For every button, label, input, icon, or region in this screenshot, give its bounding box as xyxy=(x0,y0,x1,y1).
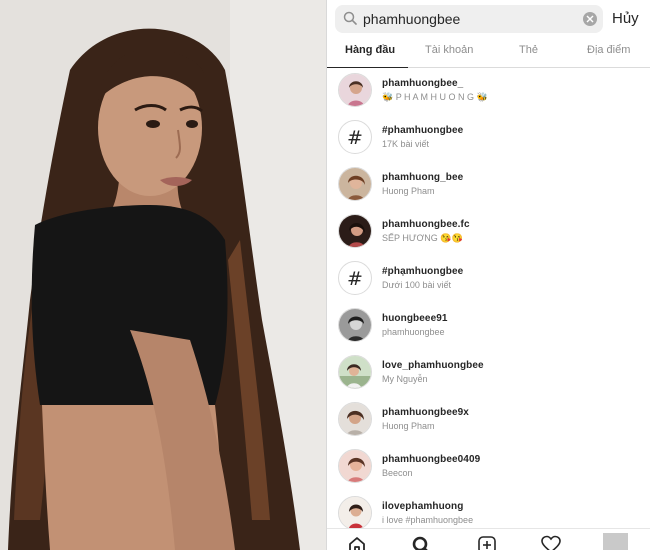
result-row[interactable]: phamhuongbee_ 🐝 P H A M H U O N G 🐝 xyxy=(327,68,650,115)
heart-icon[interactable] xyxy=(541,535,561,550)
cancel-button[interactable]: Hủy xyxy=(612,10,639,27)
tab-tags[interactable]: Thẻ xyxy=(519,44,538,56)
result-row[interactable]: love_phamhuongbee My Nguyễn xyxy=(327,350,650,397)
result-subtitle: 17K bài viết xyxy=(382,139,430,149)
result-name: love_phamhuongbee xyxy=(382,360,484,371)
search-icon xyxy=(343,11,357,25)
result-subtitle: i love #phamhuongbee xyxy=(382,515,474,525)
new-post-icon[interactable] xyxy=(477,535,497,550)
result-name: phamhuongbee.fc xyxy=(382,219,470,230)
explore-search-icon[interactable] xyxy=(411,535,431,550)
result-subtitle: Huong Pham xyxy=(382,186,435,196)
tab-accounts[interactable]: Tài khoản xyxy=(425,44,473,56)
result-subtitle: phamhuongbee xyxy=(382,327,445,337)
avatar xyxy=(338,73,372,107)
tab-top[interactable]: Hàng đầu xyxy=(345,44,395,56)
portrait-photo xyxy=(0,0,326,550)
result-name: phamhuongbee0409 xyxy=(382,454,481,465)
result-name: ilovephamhuong xyxy=(382,501,464,512)
result-name: phamhuongbee_ xyxy=(382,78,464,89)
avatar xyxy=(338,449,372,483)
avatar xyxy=(338,167,372,201)
avatar xyxy=(338,214,372,248)
clear-icon xyxy=(586,15,594,23)
result-name: huongbeee91 xyxy=(382,313,448,324)
result-row[interactable]: phamhuongbee0409 Beecon xyxy=(327,444,650,491)
result-subtitle: SẾP HƯƠNG 😘😘 xyxy=(382,233,463,243)
result-subtitle: Dưới 100 bài viết xyxy=(382,280,451,290)
result-row[interactable]: huongbeee91 phamhuongbee xyxy=(327,303,650,350)
result-subtitle: My Nguyễn xyxy=(382,374,428,384)
result-row[interactable]: phamhuongbee9x Huong Pham xyxy=(327,397,650,444)
result-name: #phamhuongbee xyxy=(382,125,464,136)
search-input[interactable] xyxy=(363,9,583,29)
bottom-navigation xyxy=(327,528,650,550)
search-field[interactable] xyxy=(335,5,603,33)
result-row[interactable]: # #phạmhuongbee Dưới 100 bài viết xyxy=(327,256,650,303)
portrait-illustration xyxy=(0,0,326,550)
instagram-search-screen: Hủy Hàng đầu Tài khoản Thẻ Địa điểm pham… xyxy=(327,0,650,550)
profile-icon[interactable] xyxy=(603,533,628,550)
result-name: phamhuongbee9x xyxy=(382,407,469,418)
result-name: phamhuong_bee xyxy=(382,172,464,183)
hashtag-icon: # xyxy=(338,120,372,154)
result-row[interactable]: phamhuong_bee Huong Pham xyxy=(327,162,650,209)
search-bar: Hủy xyxy=(327,0,650,38)
result-row[interactable]: phamhuongbee.fc SẾP HƯƠNG 😘😘 xyxy=(327,209,650,256)
hashtag-icon: # xyxy=(338,261,372,295)
result-subtitle: Huong Pham xyxy=(382,421,435,431)
result-row[interactable]: # #phamhuongbee 17K bài viết xyxy=(327,115,650,162)
result-subtitle: 🐝 P H A M H U O N G 🐝 xyxy=(382,92,488,102)
avatar xyxy=(338,496,372,530)
home-icon[interactable] xyxy=(347,535,367,550)
clear-search-button[interactable] xyxy=(583,12,597,26)
avatar xyxy=(338,308,372,342)
tab-places[interactable]: Địa điểm xyxy=(587,44,630,56)
search-tabs: Hàng đầu Tài khoản Thẻ Địa điểm xyxy=(327,38,650,68)
avatar xyxy=(338,402,372,436)
avatar xyxy=(338,355,372,389)
result-subtitle: Beecon xyxy=(382,468,413,478)
result-name: #phạmhuongbee xyxy=(382,266,464,277)
